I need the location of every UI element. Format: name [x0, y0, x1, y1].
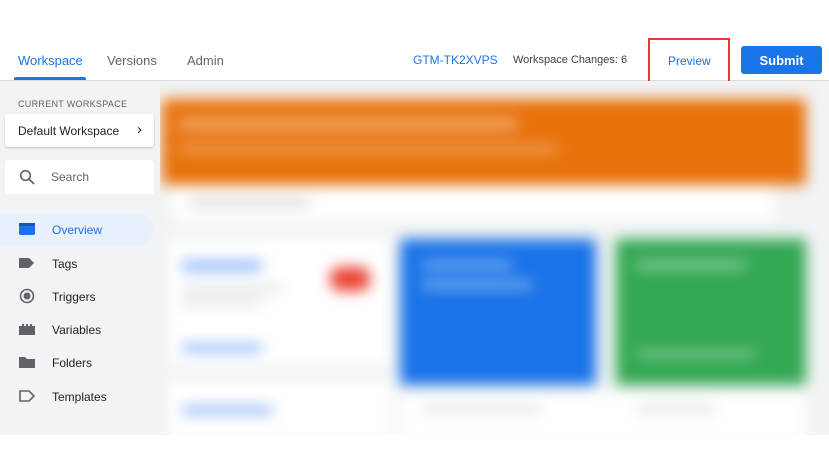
card-text-blurred [182, 299, 262, 305]
card-text-blurred [636, 351, 756, 357]
tag-icon [18, 255, 36, 271]
workspace-changes-count: Workspace Changes: 6 [513, 54, 628, 66]
tab-versions[interactable]: Versions [107, 53, 157, 68]
workspace-selector[interactable]: Default Workspace › [5, 114, 154, 147]
container-id-link[interactable]: GTM-TK2XVPS [413, 53, 498, 67]
details-card [400, 393, 806, 435]
card-text-blurred [636, 406, 716, 412]
card-title-blurred [636, 261, 746, 269]
sidebar-item-overview[interactable]: Overview [0, 213, 153, 246]
card-illustration-blurred [330, 267, 370, 291]
overview-icon [18, 221, 36, 237]
card-text-blurred [422, 406, 542, 412]
workspace-banner-card [162, 99, 806, 185]
search-icon [19, 169, 35, 185]
search-input[interactable]: Search [5, 160, 154, 194]
tab-admin[interactable]: Admin [187, 53, 224, 68]
active-tab-indicator [14, 77, 86, 80]
sidebar-item-folders[interactable]: Folders [0, 346, 153, 379]
sidebar-item-templates[interactable]: Templates [0, 380, 153, 413]
variables-icon [18, 321, 36, 337]
card-title-blurred [182, 261, 262, 271]
overview-content [160, 81, 829, 435]
preview-button[interactable]: Preview [668, 54, 711, 68]
card-text-blurred [182, 286, 282, 292]
sidebar-item-label: Templates [52, 389, 107, 404]
sidebar-item-tags[interactable]: Tags [0, 247, 153, 280]
card-link-blurred [182, 406, 272, 414]
sidebar-item-label: Overview [52, 222, 103, 237]
template-icon [18, 388, 36, 404]
card-link-blurred [182, 344, 262, 352]
sidebar-item-label: Folders [52, 355, 93, 370]
sidebar-item-label: Triggers [52, 289, 96, 304]
current-workspace-caption: CURRENT WORKSPACE [18, 99, 128, 109]
top-bar: Workspace Versions Admin GTM-TK2XVPS Wor… [0, 0, 829, 84]
tab-workspace[interactable]: Workspace [18, 53, 83, 68]
sidebar-item-label: Variables [52, 322, 102, 337]
search-placeholder: Search [51, 170, 90, 184]
card-text-blurred [422, 281, 532, 289]
workspace-name: Default Workspace [18, 123, 120, 138]
sidebar-item-variables[interactable]: Variables [0, 313, 153, 346]
bottom-whitespace [0, 435, 829, 472]
trigger-icon [18, 288, 36, 304]
banner-text-blurred [178, 117, 518, 131]
submit-button[interactable]: Submit [741, 46, 822, 74]
footer-text-blurred [190, 199, 310, 207]
card-title-blurred [422, 261, 512, 269]
sidebar-item-triggers[interactable]: Triggers [0, 280, 153, 313]
banner-subtext-blurred [178, 143, 558, 155]
folder-icon [18, 354, 36, 370]
sidebar-item-label: Tags [52, 256, 78, 271]
chevron-right-icon: › [137, 121, 142, 138]
